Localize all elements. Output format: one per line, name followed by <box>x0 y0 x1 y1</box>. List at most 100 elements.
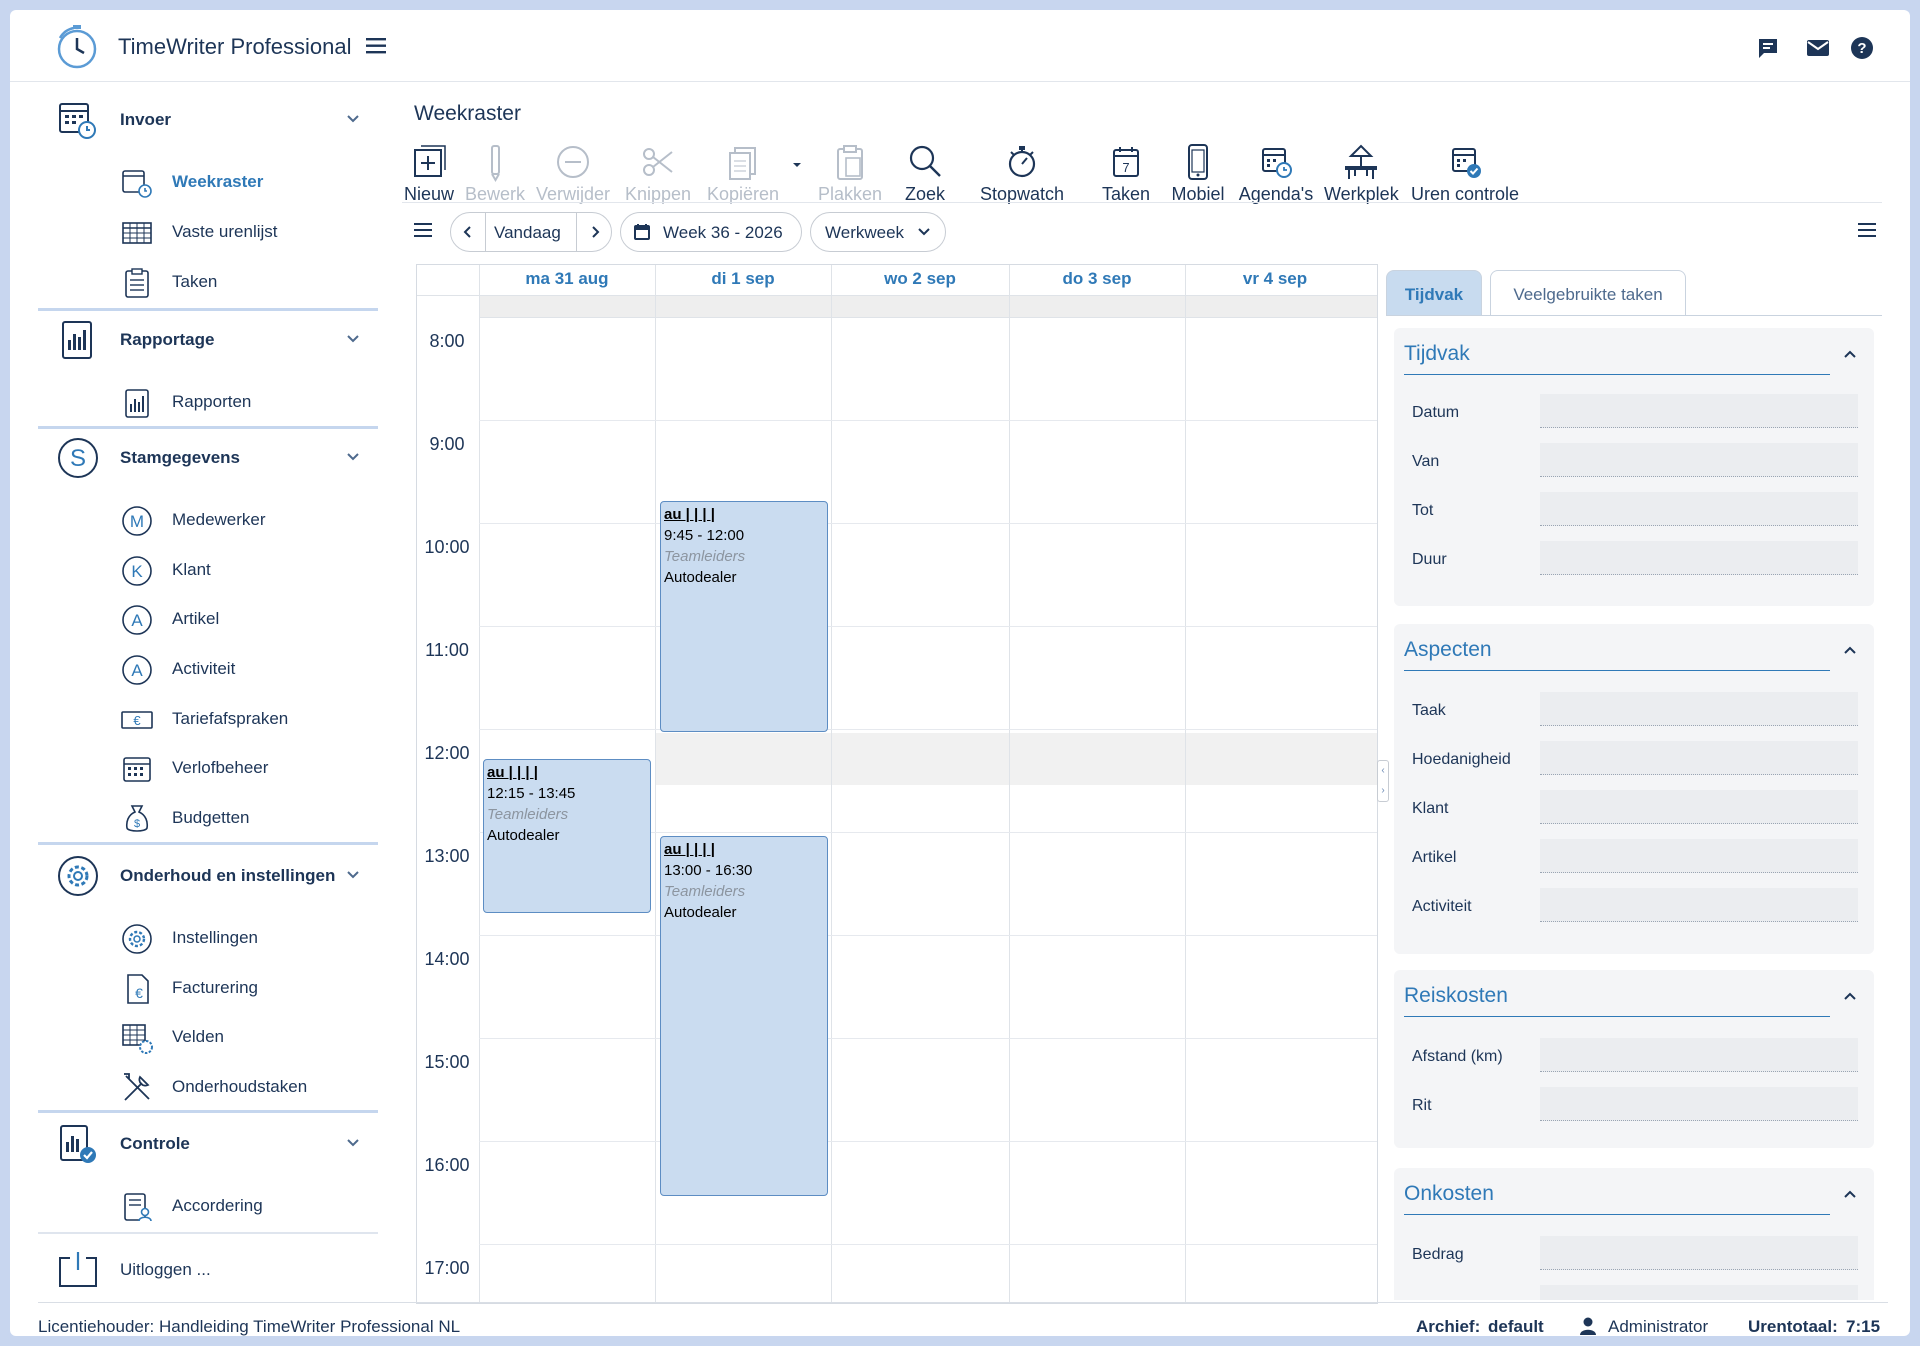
sidebar-item-weekraster[interactable]: Weekraster <box>78 160 378 204</box>
search-button[interactable]: Zoek <box>898 142 952 204</box>
gear-circle-icon <box>120 922 154 956</box>
section-title[interactable]: Onkosten <box>1404 1182 1494 1206</box>
tab-veelgebruikte-taken[interactable]: Veelgebruikte taken <box>1490 270 1686 316</box>
sidebar-divider <box>38 842 378 845</box>
start-time-field[interactable] <box>1540 443 1858 477</box>
day-header-thursday[interactable]: do 3 sep <box>1009 265 1185 295</box>
archive-value[interactable]: default <box>1488 1317 1544 1336</box>
all-day-row[interactable] <box>479 295 1377 317</box>
calendar-event[interactable]: au | | | | 13:00 - 16:30 Teamleiders Aut… <box>660 836 828 1196</box>
sidebar-item-velden[interactable]: Velden <box>78 1015 378 1059</box>
event-group: Teamleiders <box>487 806 569 823</box>
field-label: Hoedanigheid <box>1412 751 1511 768</box>
sidebar-item-verlofbeheer[interactable]: Verlofbeheer <box>78 746 378 790</box>
sidebar-item-instellingen[interactable]: Instellingen <box>78 916 378 960</box>
sidebar-group-invoer[interactable]: Invoer <box>38 90 388 152</box>
description-field[interactable] <box>1540 1285 1858 1300</box>
day-header-monday[interactable]: ma 31 aug <box>479 265 655 295</box>
trip-field[interactable] <box>1540 1087 1858 1121</box>
new-button[interactable]: Nieuw <box>402 142 456 204</box>
date-field[interactable] <box>1540 394 1858 428</box>
section-title[interactable]: Aspecten <box>1404 638 1492 662</box>
day-header-friday[interactable]: vr 4 sep <box>1185 265 1365 295</box>
previous-week-button[interactable] <box>450 212 486 252</box>
sidebar-item-facturering[interactable]: € Facturering <box>78 966 378 1010</box>
section-title[interactable]: Tijdvak <box>1404 342 1470 366</box>
paste-button[interactable]: Plakken <box>812 142 888 204</box>
delete-button[interactable]: Verwijder <box>530 142 616 204</box>
app-window: TimeWriter Professional ? Invoer Weekras… <box>10 10 1910 1336</box>
menu-toggle-icon[interactable] <box>366 37 388 55</box>
sidebar-item-onderhoudstaken[interactable]: Onderhoudstaken <box>78 1065 378 1109</box>
field-label: Klant <box>1412 800 1449 817</box>
svg-text:A: A <box>131 661 143 680</box>
clipboard-paste-icon <box>830 142 870 182</box>
money-bag-icon: $ <box>120 802 154 836</box>
workplace-button[interactable]: Werkplek <box>1324 142 1399 204</box>
capacity-field[interactable] <box>1540 741 1858 775</box>
chevron-up-icon[interactable] <box>1842 988 1858 1004</box>
chevron-down-icon <box>917 227 931 237</box>
sidebar-item-tariefafspraken[interactable]: € Tariefafspraken <box>78 697 378 741</box>
logout-button[interactable]: Uitloggen ... <box>38 1240 388 1302</box>
tasks-button[interactable]: 7 Taken <box>1094 142 1158 204</box>
app-header: TimeWriter Professional ? <box>10 10 1910 82</box>
calendar-event[interactable]: au | | | | 9:45 - 12:00 Teamleiders Auto… <box>660 501 828 732</box>
sidebar-item-medewerker[interactable]: M Medewerker <box>78 498 378 542</box>
article-field[interactable] <box>1540 839 1858 873</box>
sidebar-item-artikel[interactable]: A Artikel <box>78 597 378 641</box>
mail-icon[interactable] <box>1804 34 1832 62</box>
day-header-wednesday[interactable]: wo 2 sep <box>831 265 1009 295</box>
event-group: Teamleiders <box>664 548 746 565</box>
field-label: Afstand (km) <box>1412 1048 1503 1065</box>
sidebar-item-activiteit[interactable]: A Activiteit <box>78 647 378 691</box>
cut-button[interactable]: Knippen <box>620 142 696 204</box>
sidebar-item-taken[interactable]: Taken <box>78 260 378 304</box>
chevron-up-icon[interactable] <box>1842 642 1858 658</box>
hour-line <box>479 420 1377 421</box>
sidebar-group-stamgegevens[interactable]: S Stamgegevens <box>38 428 388 490</box>
client-field[interactable] <box>1540 790 1858 824</box>
sidebar-group-rapportage[interactable]: Rapportage <box>38 310 388 372</box>
view-select[interactable]: Werkweek <box>810 212 946 252</box>
chat-icon[interactable] <box>1754 34 1782 62</box>
hour-line <box>479 1141 1377 1142</box>
sidebar-item-label: Activiteit <box>172 659 236 678</box>
chevron-up-icon[interactable] <box>1842 346 1858 362</box>
sidebar-item-label: Vaste urenlijst <box>172 222 278 241</box>
distance-field[interactable] <box>1540 1038 1858 1072</box>
calendar-menu-icon[interactable] <box>414 222 434 238</box>
sidebar-group-onderhoud[interactable]: Onderhoud en instellingen <box>38 846 388 908</box>
hours-check-button[interactable]: Uren controle <box>1406 142 1524 204</box>
stopwatch-button[interactable]: Stopwatch <box>958 142 1086 204</box>
amount-field[interactable] <box>1540 1236 1858 1270</box>
day-header-tuesday[interactable]: di 1 sep <box>655 265 831 295</box>
mobile-button[interactable]: Mobiel <box>1166 142 1230 204</box>
user-name[interactable]: Administrator <box>1608 1317 1708 1336</box>
svg-text:€: € <box>135 985 143 1001</box>
tab-tijdvak[interactable]: Tijdvak <box>1386 270 1482 316</box>
sidebar-item-rapporten[interactable]: Rapporten <box>78 380 378 424</box>
help-icon[interactable]: ? <box>1848 34 1876 62</box>
week-picker-button[interactable]: Week 36 - 2026 <box>620 212 802 252</box>
next-week-button[interactable] <box>576 212 612 252</box>
sidebar-item-klant[interactable]: K Klant <box>78 548 378 592</box>
sidebar-item-vaste-urenlijst[interactable]: Vaste urenlijst <box>78 210 378 254</box>
calendar-event[interactable]: au | | | | 12:15 - 13:45 Teamleiders Aut… <box>483 759 651 913</box>
chevron-up-icon[interactable] <box>1842 1186 1858 1202</box>
end-time-field[interactable] <box>1540 492 1858 526</box>
panel-menu-icon[interactable] <box>1858 222 1878 238</box>
today-button[interactable]: Vandaag <box>485 212 577 252</box>
sidebar-item-accordering[interactable]: Accordering <box>78 1184 378 1228</box>
edit-button[interactable]: Bewerk <box>462 142 528 204</box>
chevron-down-icon <box>346 114 360 124</box>
agendas-button[interactable]: Agenda's <box>1236 142 1316 204</box>
report-check-icon <box>56 1122 100 1166</box>
sidebar-group-controle[interactable]: Controle <box>38 1114 388 1176</box>
section-title[interactable]: Reiskosten <box>1404 984 1508 1008</box>
activity-field[interactable] <box>1540 888 1858 922</box>
duration-field[interactable] <box>1540 541 1858 575</box>
task-field[interactable] <box>1540 692 1858 726</box>
sidebar-item-budgetten[interactable]: $ Budgetten <box>78 796 378 840</box>
copy-button[interactable]: Kopiëren <box>702 142 784 204</box>
